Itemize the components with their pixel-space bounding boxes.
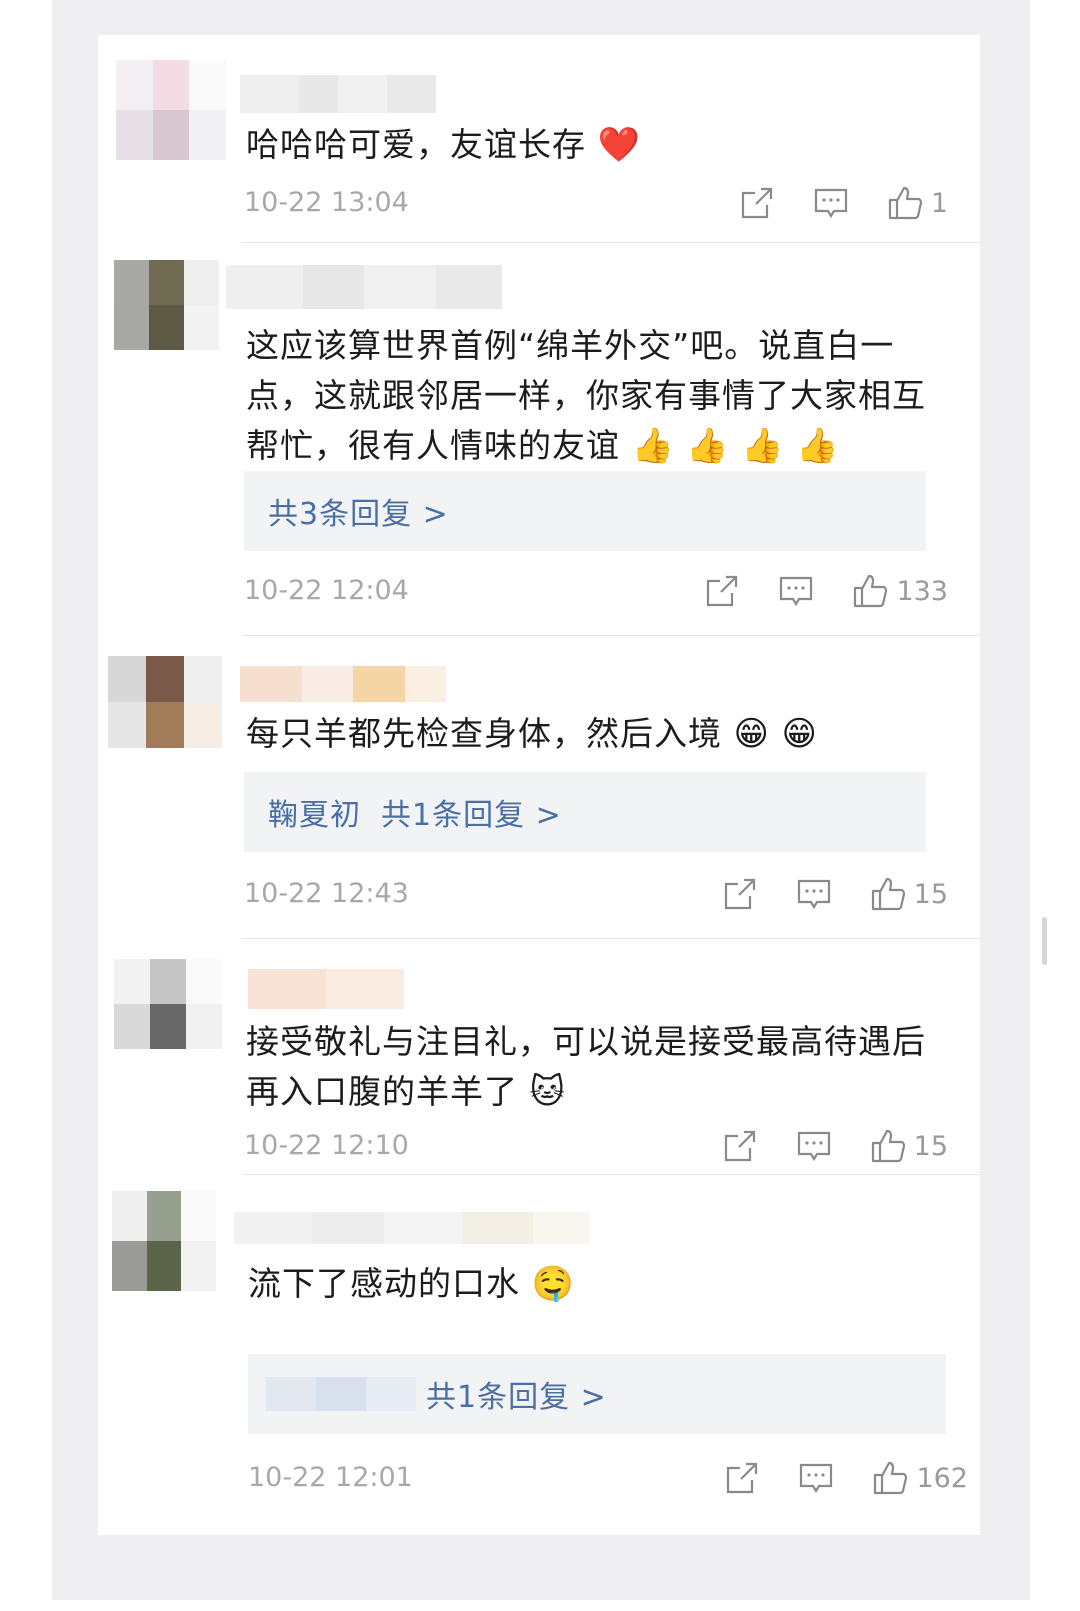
comment-meta: 10-22 13:04 1 <box>244 183 948 223</box>
share-button[interactable] <box>722 876 758 912</box>
drool-emoji: 🤤 <box>531 1264 575 1304</box>
comment-text: 接受敬礼与注目礼，可以说是接受最高待遇后再入口腹的羊羊了 🐱 <box>246 1022 926 1112</box>
like-button[interactable]: 133 <box>852 573 948 609</box>
username[interactable] <box>240 666 446 702</box>
comment-button[interactable] <box>796 1128 832 1164</box>
share-icon <box>727 1462 758 1494</box>
comment-text: 哈哈哈可爱，友谊长存 ❤️ <box>246 125 641 165</box>
like-count: 133 <box>896 575 948 607</box>
comment-3: 每只羊都先检查身体，然后入境 😁 😁 鞠夏初 共1条回复 > 10-22 12:… <box>98 636 980 938</box>
action-bar: 1 <box>701 183 948 223</box>
reply-summary[interactable]: 共3条回复 > <box>244 471 926 551</box>
thumbs-up-emoji: 👍 <box>631 426 675 466</box>
comment-text: 每只羊都先检查身体，然后入境 😁 😁 <box>246 714 818 754</box>
timestamp: 10-22 12:10 <box>244 1130 409 1161</box>
share-button[interactable] <box>724 1460 760 1496</box>
action-bar: 15 <box>684 874 948 914</box>
like-button[interactable]: 15 <box>870 1128 948 1164</box>
comment-meta: 10-22 12:04 133 <box>244 571 948 611</box>
share-icon <box>707 575 738 607</box>
action-bar: 15 <box>684 1126 948 1166</box>
thumbs-up-icon <box>854 574 888 608</box>
thumbs-up-icon <box>874 1461 908 1495</box>
timestamp: 10-22 13:04 <box>244 187 409 218</box>
share-button[interactable] <box>722 1128 758 1164</box>
share-icon <box>724 1130 755 1162</box>
comment-icon <box>814 188 847 219</box>
comment-icon <box>800 1463 833 1494</box>
thumbs-up-emoji: 👍 <box>741 426 785 466</box>
reply-summary[interactable]: 鞠夏初 共1条回复 > <box>244 772 926 852</box>
reply-count-link[interactable]: 共1条回复 > <box>381 790 562 834</box>
thumbs-up-icon <box>888 186 922 220</box>
comment-button[interactable] <box>813 185 849 221</box>
comment-icon <box>797 879 830 910</box>
avatar[interactable] <box>112 1191 216 1291</box>
cat-emoji: 🐱 <box>529 1072 566 1112</box>
comment-meta: 10-22 12:10 15 <box>244 1126 948 1166</box>
comment-button[interactable] <box>796 876 832 912</box>
like-count: 162 <box>916 1462 968 1494</box>
like-count: 15 <box>913 1130 948 1162</box>
thumbs-up-icon <box>871 877 905 911</box>
username[interactable] <box>226 265 502 309</box>
timestamp: 10-22 12:04 <box>244 575 409 606</box>
comment-icon <box>780 576 813 607</box>
comment-meta: 10-22 12:01 162 <box>248 1458 968 1498</box>
reply-count-link[interactable]: 共3条回复 > <box>268 489 449 533</box>
username[interactable] <box>240 75 436 113</box>
like-count: 1 <box>930 187 948 219</box>
comment-2: 这应该算世界首例“绵羊外交”吧。说直白一点，这就跟邻居一样，你家有事情了大家相互… <box>98 243 980 635</box>
timestamp: 10-22 12:43 <box>244 878 409 909</box>
like-button[interactable]: 162 <box>872 1460 968 1496</box>
comment-icon <box>797 1131 830 1162</box>
share-button[interactable] <box>739 185 775 221</box>
grin-emoji: 😁 <box>781 714 818 754</box>
share-icon <box>724 878 755 910</box>
avatar[interactable] <box>108 656 222 748</box>
share-icon <box>741 187 772 219</box>
comment-text: 流下了感动的口水 🤤 <box>248 1264 575 1304</box>
grin-emoji: 😁 <box>733 714 770 754</box>
comment-meta: 10-22 12:43 15 <box>244 874 948 914</box>
comment-list: 哈哈哈可爱，友谊长存 ❤️ 10-22 13:04 1 这应该算世界首例“绵羊外… <box>98 35 1047 1535</box>
like-button[interactable]: 15 <box>870 876 948 912</box>
share-button[interactable] <box>704 573 740 609</box>
comment-button[interactable] <box>798 1460 834 1496</box>
thumbs-up-emoji: 👍 <box>796 426 840 466</box>
username[interactable] <box>248 969 404 1009</box>
scrollbar[interactable] <box>1042 917 1047 965</box>
avatar[interactable] <box>114 260 219 350</box>
heart-icon: ❤️ <box>597 125 641 165</box>
timestamp: 10-22 12:01 <box>248 1462 413 1493</box>
reply-summary[interactable]: 共1条回复 > <box>248 1354 946 1434</box>
comment-button[interactable] <box>778 573 814 609</box>
reply-author[interactable]: 鞠夏初 <box>268 790 361 834</box>
avatar[interactable] <box>116 60 226 160</box>
comment-4: 接受敬礼与注目礼，可以说是接受最高待遇后再入口腹的羊羊了 🐱 10-22 12:… <box>98 939 980 1171</box>
thumbs-up-emoji: 👍 <box>686 426 730 466</box>
action-bar: 133 <box>666 571 948 611</box>
comment-5: 流下了感动的口水 🤤 共1条回复 > 10-22 12:01 162 <box>98 1175 980 1515</box>
like-count: 15 <box>913 878 948 910</box>
action-bar: 162 <box>686 1458 968 1498</box>
avatar[interactable] <box>114 959 222 1049</box>
thumbs-up-icon <box>871 1129 905 1163</box>
username[interactable] <box>234 1212 590 1244</box>
comment-text: 这应该算世界首例“绵羊外交”吧。说直白一点，这就跟邻居一样，你家有事情了大家相互… <box>246 326 926 466</box>
reply-count-link[interactable]: 共1条回复 > <box>426 1372 607 1416</box>
reply-author-blurred[interactable] <box>266 1377 416 1411</box>
like-button[interactable]: 1 <box>887 185 948 221</box>
comment-1: 哈哈哈可爱，友谊长存 ❤️ 10-22 13:04 1 <box>98 35 980 242</box>
